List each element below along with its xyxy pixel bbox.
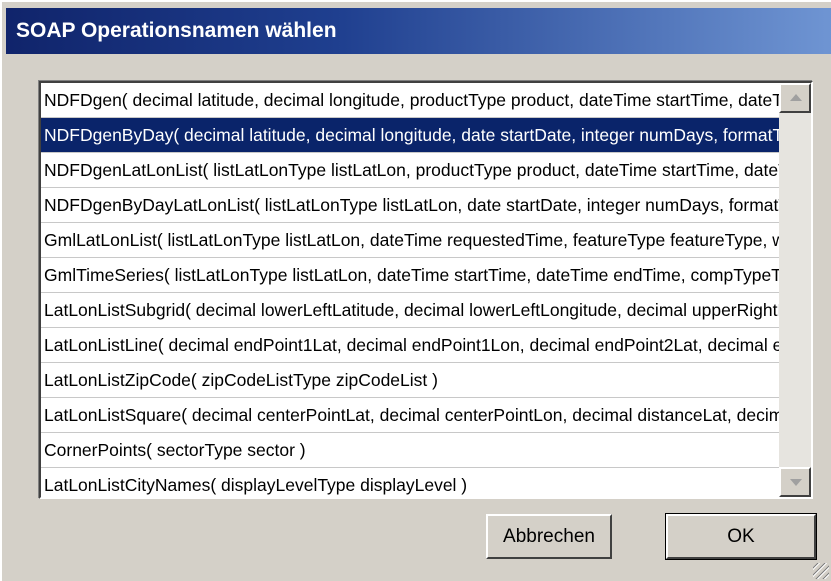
resize-grip-icon[interactable] [813,563,829,579]
dialog-window: SOAP Operationsnamen wählen NDFDgen( dec… [0,0,831,581]
list-item[interactable]: NDFDgenByDay( decimal latitude, decimal … [41,118,781,153]
list-item[interactable]: NDFDgenByDayLatLonList( listLatLonType l… [41,188,781,223]
list-item[interactable]: NDFDgenLatLonList( listLatLonType listLa… [41,153,781,188]
ok-button[interactable]: OK [665,513,817,560]
vertical-scrollbar[interactable] [779,83,811,497]
list-item[interactable]: LatLonListSquare( decimal centerPointLat… [41,398,781,433]
cancel-button[interactable]: Abbrechen [486,514,612,559]
scroll-down-button[interactable] [779,467,811,497]
list-item[interactable]: CornerPoints( sectorType sector ) [41,433,781,468]
list-item[interactable]: NDFDgen( decimal latitude, decimal longi… [41,83,781,118]
list-item[interactable]: LatLonListZipCode( zipCodeListType zipCo… [41,363,781,398]
list-item[interactable]: GmlLatLonList( listLatLonType listLatLon… [41,223,781,258]
list-item[interactable]: LatLonListSubgrid( decimal lowerLeftLati… [41,293,781,328]
operations-listbox[interactable]: NDFDgen( decimal latitude, decimal longi… [39,81,813,499]
list-item[interactable]: GmlTimeSeries( listLatLonType listLatLon… [41,258,781,293]
list-item[interactable]: LatLonListLine( decimal endPoint1Lat, de… [41,328,781,363]
list-item[interactable]: LatLonListCityNames( displayLevelType di… [41,468,781,497]
dialog-title: SOAP Operationsnamen wählen [6,8,831,54]
scroll-up-arrow-icon [790,94,802,101]
scroll-up-button[interactable] [779,83,811,113]
scroll-down-arrow-icon [790,479,802,486]
operations-list: NDFDgen( decimal latitude, decimal longi… [41,83,781,497]
